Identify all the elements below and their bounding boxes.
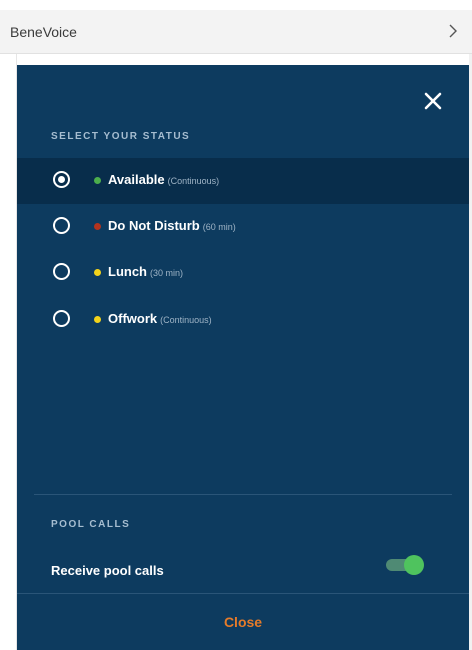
- status-dot-red: [94, 223, 101, 230]
- status-label-do-not-disturb: Do Not Disturb: [108, 218, 200, 233]
- status-option-offwork[interactable]: Offwork (Continuous): [17, 297, 469, 343]
- app-header: BeneVoice: [0, 10, 472, 54]
- background-left-edge: [0, 54, 17, 650]
- status-section-label: SELECT YOUR STATUS: [51, 131, 191, 142]
- status-label-available: Available: [108, 172, 165, 187]
- radio-do-not-disturb[interactable]: [53, 217, 70, 234]
- toggle-knob: [404, 555, 424, 575]
- receive-pool-calls-label: Receive pool calls: [51, 563, 164, 578]
- close-icon[interactable]: [423, 91, 443, 111]
- status-option-do-not-disturb[interactable]: Do Not Disturb (60 min): [17, 204, 469, 250]
- status-panel: SELECT YOUR STATUS Available (Continuous)…: [17, 65, 469, 650]
- status-option-lunch[interactable]: Lunch (30 min): [17, 250, 469, 296]
- radio-available[interactable]: [53, 171, 70, 188]
- status-label-offwork: Offwork: [108, 311, 158, 326]
- pool-section-label: POOL CALLS: [51, 519, 131, 530]
- status-dot-green: [94, 177, 101, 184]
- status-detail-lunch: (30 min): [150, 268, 184, 278]
- close-button-label: Close: [223, 614, 263, 630]
- radio-selected-dot: [58, 176, 65, 183]
- status-option-available[interactable]: Available (Continuous): [17, 158, 469, 204]
- status-dot-yellow: [94, 316, 101, 323]
- receive-pool-calls-toggle[interactable]: [386, 555, 424, 575]
- status-detail-available: (Continuous): [167, 176, 220, 186]
- status-detail-do-not-disturb: (60 min): [202, 222, 236, 232]
- section-divider: [34, 494, 452, 495]
- status-dot-yellow: [94, 269, 101, 276]
- status-detail-offwork: (Continuous): [160, 315, 212, 325]
- radio-offwork[interactable]: [53, 310, 70, 327]
- chevron-right-icon[interactable]: [446, 22, 460, 40]
- status-label-lunch: Lunch: [108, 264, 147, 279]
- app-title: BeneVoice: [10, 24, 77, 40]
- radio-lunch[interactable]: [53, 263, 70, 280]
- close-button[interactable]: Close: [17, 594, 469, 650]
